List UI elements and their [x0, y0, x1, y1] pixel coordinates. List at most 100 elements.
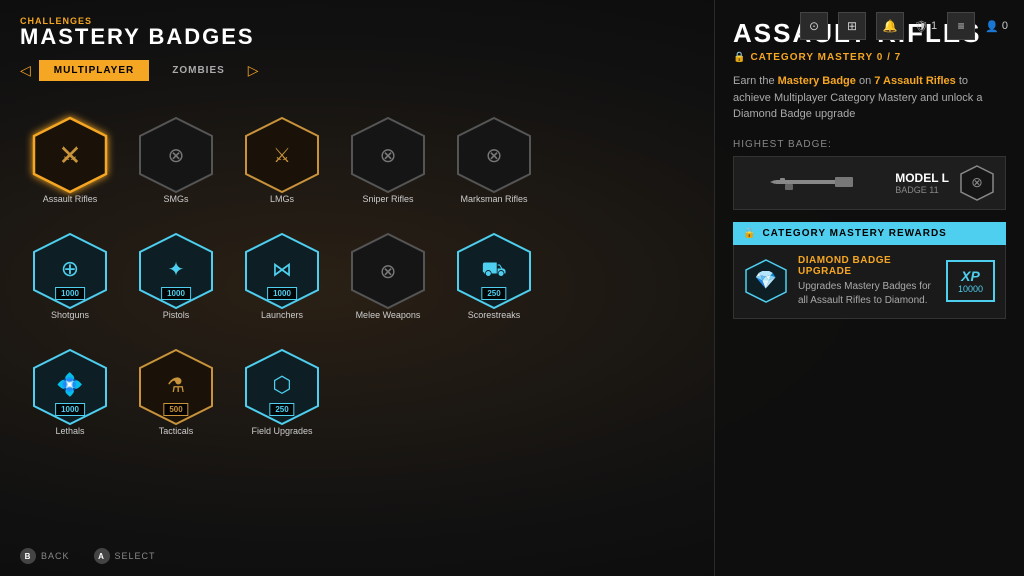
category-description: Earn the Mastery Badge on 7 Assault Rifl…: [733, 73, 1006, 123]
weapon-grid: ✕ ⚔ Assault Rifles ⊗ SMGs: [20, 95, 694, 437]
field-upgrades-badge-count: 250: [269, 403, 294, 416]
category-lethals-label: Lethals: [55, 426, 84, 437]
back-button[interactable]: B: [20, 548, 36, 564]
header-section: CHALLENGES MASTERY BADGES: [20, 16, 694, 48]
select-button[interactable]: A: [94, 548, 110, 564]
player-count: 0: [1002, 20, 1008, 32]
left-panel: CHALLENGES MASTERY BADGES ◁ MULTIPLAYER …: [0, 0, 714, 576]
lock-icon: 🔒: [733, 52, 745, 63]
category-assault-rifles-label: Assault Rifles: [43, 194, 98, 205]
svg-text:⛟: ⛟: [481, 259, 506, 281]
bell-icon-btn[interactable]: 🔔: [876, 12, 904, 40]
svg-text:⊕: ⊕: [61, 256, 79, 281]
svg-text:⊗: ⊗: [168, 145, 185, 167]
svg-text:💠: 💠: [56, 372, 83, 397]
shield-count: 1: [931, 20, 937, 32]
svg-text:⊗: ⊗: [380, 261, 397, 283]
category-field-upgrades-label: Field Upgrades: [251, 426, 312, 437]
svg-text:✦: ✦: [168, 259, 185, 281]
tabs-row: ◁ MULTIPLAYER ZOMBIES ▷: [20, 60, 694, 81]
reward-xp-box: XP 10000: [946, 260, 995, 302]
shield-with-count: 🛡 1: [914, 20, 937, 33]
player-icon-btn[interactable]: ≡: [947, 12, 975, 40]
tacticals-badge-count: 500: [163, 403, 188, 416]
reward-text: DIAMOND BADGE UPGRADE Upgrades Mastery B…: [798, 255, 936, 308]
svg-text:⊗: ⊗: [380, 145, 397, 167]
svg-text:⚗: ⚗: [167, 375, 185, 397]
category-mastery-row: 🔒 CATEGORY MASTERY 0 / 7: [733, 52, 1006, 63]
highest-badge-label: HIGHEST BADGE:: [733, 139, 1006, 150]
category-pistols[interactable]: ✦ 1000 Pistols: [126, 211, 226, 321]
category-smgs-label: SMGs: [163, 194, 188, 205]
scorestreaks-badge-count: 250: [481, 287, 506, 300]
shield-icon: 🛡: [914, 20, 928, 33]
launchers-badge-count: 1000: [267, 287, 297, 300]
category-scorestreaks-label: Scorestreaks: [468, 310, 521, 321]
category-launchers-label: Launchers: [261, 310, 303, 321]
profile-icon-btn[interactable]: ⊙: [800, 12, 828, 40]
category-tacticals-label: Tacticals: [159, 426, 194, 437]
category-lmgs[interactable]: ⚔ LMGs: [232, 95, 332, 205]
pistols-badge-count: 1000: [161, 287, 191, 300]
badge-gun-name: MODEL L: [895, 171, 949, 185]
category-scorestreaks[interactable]: ⛟ 250 Scorestreaks: [444, 211, 544, 321]
reward-desc: Upgrades Mastery Badges for all Assault …: [798, 280, 936, 308]
back-control: B BACK: [20, 548, 70, 564]
category-tacticals[interactable]: ⚗ 500 Tacticals: [126, 327, 226, 437]
category-field-upgrades[interactable]: ⬡ 250 Field Upgrades: [232, 327, 332, 437]
reward-xp-amount: 10000: [958, 284, 983, 294]
rewards-label: CATEGORY MASTERY REWARDS: [762, 228, 946, 239]
rewards-lock-icon: 🔒: [743, 228, 756, 239]
svg-text:⊗: ⊗: [971, 174, 983, 190]
category-marksman-rifles-label: Marksman Rifles: [460, 194, 527, 205]
lethals-badge-count: 1000: [55, 403, 85, 416]
category-smgs[interactable]: ⊗ SMGs: [126, 95, 226, 205]
category-sniper-rifles-label: Sniper Rifles: [362, 194, 413, 205]
tab-zombies[interactable]: ZOMBIES: [157, 60, 240, 81]
category-desc-count: 7 Assault Rifles: [874, 75, 956, 87]
category-marksman-rifles[interactable]: ⊗ Marksman Rifles: [444, 95, 544, 205]
reward-title: DIAMOND BADGE UPGRADE: [798, 255, 936, 277]
svg-text:💎: 💎: [755, 270, 777, 290]
tab-multiplayer[interactable]: MULTIPLAYER: [39, 60, 149, 81]
page-title: MASTERY BADGES: [20, 26, 694, 48]
highest-badge-card: MODEL L BADGE 11 ⊗: [733, 156, 1006, 210]
svg-text:⊗: ⊗: [486, 145, 503, 167]
badge-info: MODEL L BADGE 11: [895, 171, 949, 195]
svg-text:⬡: ⬡: [272, 372, 291, 397]
svg-text:⚔: ⚔: [273, 145, 291, 167]
category-shotguns[interactable]: ⊕ 1000 Shotguns: [20, 211, 120, 321]
category-pistols-label: Pistols: [163, 310, 190, 321]
category-desc-highlight: Mastery Badge: [778, 75, 856, 87]
weapon-silhouette: [744, 170, 885, 196]
player-icon: 👤: [985, 20, 999, 33]
svg-text:⋈: ⋈: [272, 259, 292, 281]
right-panel: ASSAULT RIFLES 🔒 CATEGORY MASTERY 0 / 7 …: [714, 0, 1024, 576]
tab-right-arrow[interactable]: ▷: [248, 62, 259, 79]
reward-hex-icon: 💎: [744, 259, 788, 303]
category-melee-weapons-label: Melee Weapons: [356, 310, 421, 321]
select-control: A SELECT: [94, 548, 156, 564]
badge-level-text: BADGE 11: [895, 185, 949, 195]
category-assault-rifles[interactable]: ✕ ⚔ Assault Rifles: [20, 95, 120, 205]
category-lethals[interactable]: 💠 1000 Lethals: [20, 327, 120, 437]
main-layout: CHALLENGES MASTERY BADGES ◁ MULTIPLAYER …: [0, 0, 1024, 576]
badge-hex-icon: ⊗: [959, 165, 995, 201]
tab-left-arrow[interactable]: ◁: [20, 62, 31, 79]
reward-xp-label: XP: [961, 268, 980, 284]
back-label: BACK: [41, 551, 70, 561]
category-mastery-label: CATEGORY MASTERY 0 / 7: [750, 52, 901, 63]
select-label: SELECT: [115, 551, 156, 561]
shotguns-badge-count: 1000: [55, 287, 85, 300]
category-lmgs-label: LMGs: [270, 194, 294, 205]
top-right-icons: ⊙ ⊞ 🔔 🛡 1 ≡ 👤 0: [800, 12, 1008, 40]
rewards-section-header: 🔒 CATEGORY MASTERY REWARDS: [733, 222, 1006, 245]
category-melee-weapons[interactable]: ⊗ Melee Weapons: [338, 211, 438, 321]
menu-icon-btn[interactable]: ⊞: [838, 12, 866, 40]
player-with-count: 👤 0: [985, 20, 1008, 33]
category-sniper-rifles[interactable]: ⊗ Sniper Rifles: [338, 95, 438, 205]
category-launchers[interactable]: ⋈ 1000 Launchers: [232, 211, 332, 321]
category-shotguns-label: Shotguns: [51, 310, 89, 321]
bottom-controls: B BACK A SELECT: [20, 548, 156, 564]
rewards-card: 💎 DIAMOND BADGE UPGRADE Upgrades Mastery…: [733, 245, 1006, 319]
